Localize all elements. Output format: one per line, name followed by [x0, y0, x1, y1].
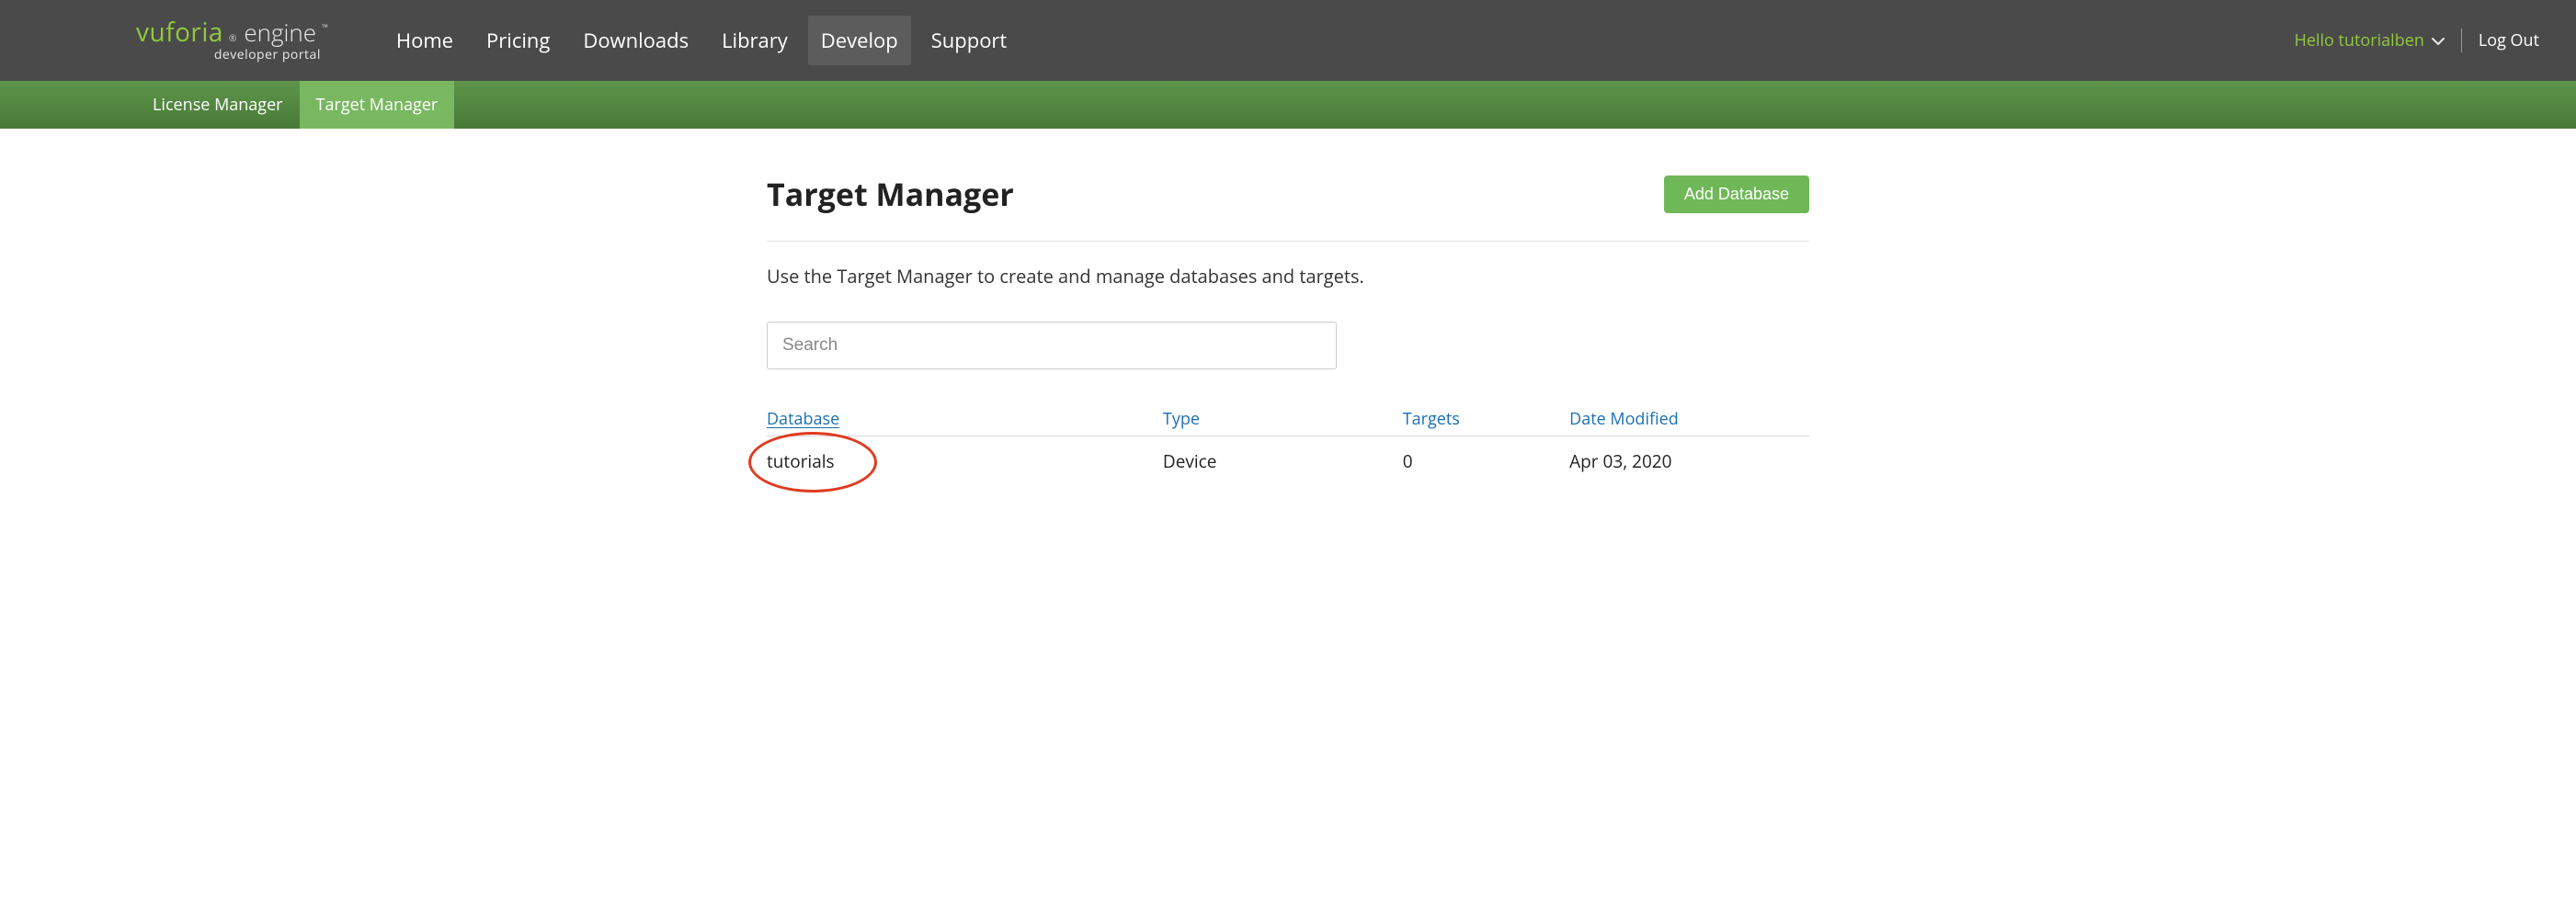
page-description: Use the Target Manager to create and man… [767, 264, 1809, 289]
col-header-targets[interactable]: Targets [1403, 408, 1569, 436]
user-area: Hello tutorialben Log Out [2295, 28, 2539, 52]
nav-home[interactable]: Home [383, 16, 466, 65]
table-row: tutorials Device 0 Apr 03, 2020 [767, 436, 1809, 474]
brand-subtitle: developer portal [136, 49, 328, 62]
brand-product: engine [244, 20, 316, 44]
col-header-type[interactable]: Type [1163, 408, 1403, 436]
brand-logo[interactable]: vuforia ® engine ™ developer portal [136, 19, 328, 62]
database-link[interactable]: tutorials [767, 449, 835, 473]
nav-library[interactable]: Library [709, 16, 801, 65]
subnav-target-manager[interactable]: Target Manager [300, 81, 455, 129]
sub-nav: License Manager Target Manager [0, 81, 2576, 129]
brand-name: vuforia [136, 19, 223, 45]
nav-develop[interactable]: Develop [808, 16, 911, 65]
page-header: Target Manager Add Database [767, 173, 1809, 242]
page-title: Target Manager [767, 173, 1014, 215]
cell-type: Device [1163, 436, 1403, 474]
nav-support[interactable]: Support [918, 16, 1020, 65]
cell-targets: 0 [1403, 436, 1569, 474]
topbar: vuforia ® engine ™ developer portal Home P… [0, 0, 2576, 81]
col-header-database[interactable]: Database [767, 408, 839, 430]
vertical-divider [2461, 28, 2462, 52]
chevron-down-icon [2432, 29, 2445, 51]
add-database-button[interactable]: Add Database [1664, 176, 1809, 213]
search-input[interactable] [767, 322, 1337, 369]
col-header-date-modified[interactable]: Date Modified [1569, 408, 1809, 436]
registered-mark: ® [229, 33, 236, 42]
subnav-license-manager[interactable]: License Manager [136, 81, 300, 129]
database-table: Database Type Targets Date Modified tuto… [767, 408, 1809, 473]
main-nav: Home Pricing Downloads Library Develop S… [383, 16, 2295, 65]
nav-downloads[interactable]: Downloads [570, 16, 701, 65]
trademark-mark: ™ [322, 23, 328, 31]
page-content: Target Manager Add Database Use the Targ… [631, 129, 1945, 473]
user-greeting-dropdown[interactable]: Hello tutorialben [2295, 29, 2445, 51]
cell-date-modified: Apr 03, 2020 [1569, 436, 1809, 474]
logout-link[interactable]: Log Out [2479, 29, 2539, 51]
user-greeting-text: Hello tutorialben [2295, 29, 2424, 51]
nav-pricing[interactable]: Pricing [473, 16, 563, 65]
